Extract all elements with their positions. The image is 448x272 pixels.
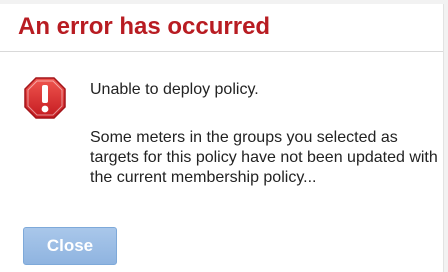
error-icon [23, 76, 67, 120]
close-button[interactable]: Close [23, 227, 117, 265]
dialog-header: An error has occurred [0, 4, 443, 52]
error-headline: Unable to deploy policy. [90, 81, 259, 98]
dialog-title: An error has occurred [18, 13, 271, 40]
error-dialog: An error has occurred Unable to deploy p… [0, 4, 444, 272]
error-message: Some meters in the groups you selected a… [90, 129, 438, 186]
